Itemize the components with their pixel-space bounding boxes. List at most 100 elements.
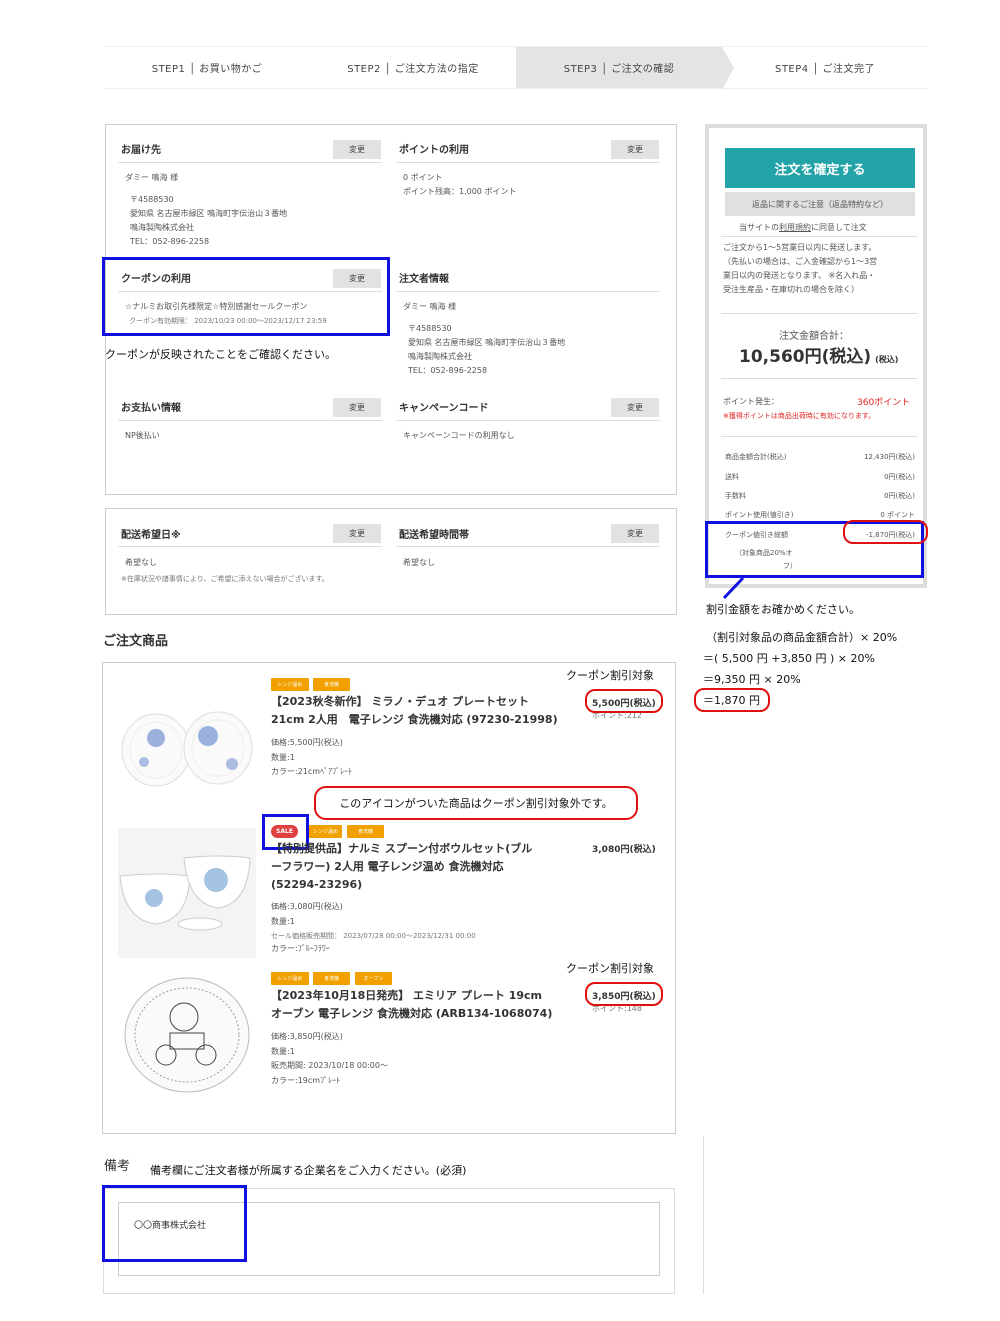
product-meta: 価格:3,850円(税込) — [271, 1032, 343, 1041]
product-image-plates — [121, 711, 253, 787]
step-2: STEP2 │ ご注文方法の指定 — [347, 64, 479, 75]
orderer-company: 鳴海製陶株式会社 — [408, 352, 472, 361]
divider — [118, 420, 382, 421]
product-meta: 価格:3,080円(税込) — [271, 902, 343, 911]
terms-text: 当サイトの利用規約に同意して注文 — [739, 222, 867, 233]
return-policy-button[interactable]: 返品に関するご注意（返品特約など） — [725, 192, 915, 216]
checkout-steps: STEP1 │ お買い物かご STEP2 │ ご注文方法の指定 STEP3 │ … — [104, 46, 928, 90]
step-4: STEP4 │ ご注文完了 — [774, 64, 876, 75]
product-title[interactable]: 【2023秋冬新作】 ミラノ・デュオ プレートセット — [271, 693, 529, 711]
product-title[interactable]: ーフラワー) 2人用 電子レンジ温め 食洗機対応 — [271, 858, 504, 876]
delivery-company: 鳴海製陶株式会社 — [130, 223, 194, 232]
points-balance: ポイント残高：1,000 ポイント — [403, 187, 517, 196]
product-sale-period: セール価格販売期間： 2023/07/28 00:00～2023/12/31 0… — [271, 932, 476, 940]
calc-result-oval — [694, 688, 770, 712]
product-title[interactable]: (52294-23296) — [271, 876, 362, 894]
total-label: 注文金額合計： — [779, 331, 849, 342]
microwave-badge: レンジ温め — [271, 972, 309, 985]
payment-value: NP後払い — [125, 431, 160, 440]
delivery-time-value: 希望なし — [403, 558, 435, 567]
product-title[interactable]: 21cm 2人用 電子レンジ 食洗機対応 (97230-21998) — [271, 711, 558, 729]
coupon-discount-oval — [843, 520, 928, 544]
divider — [396, 162, 660, 163]
product-image-bowls — [118, 828, 256, 958]
product-meta: 数量:1 — [271, 753, 295, 762]
points-used: 0 ポイント — [403, 173, 443, 182]
points-earned-label: ポイント発生： — [723, 397, 779, 406]
calc-line-1: （割引対象品の商品金額合計）× 20% — [706, 631, 898, 644]
delivery-date-title: 配送希望日※ — [121, 530, 181, 541]
product-title[interactable]: 【特別提供品】ナルミ スプーン付ボウルセット(ブル — [271, 840, 532, 858]
summary-row: 送料 0円(税込) — [725, 473, 915, 481]
delivery-name: ダミー 鳴海 様 — [125, 173, 179, 182]
campaign-change-button[interactable]: 変更 — [611, 398, 659, 417]
terms-suffix: に同意して注文 — [811, 223, 867, 232]
divider — [396, 291, 660, 292]
step-1: STEP1 │ お買い物かご — [151, 64, 263, 75]
product-meta: 販売期間: 2023/10/18 00:00～ — [271, 1061, 388, 1070]
product-meta: 価格:5,500円(税込) — [271, 738, 343, 747]
coupon-target-label: クーポン割引対象 — [566, 669, 654, 682]
delivery-date-value: 希望なし — [125, 558, 157, 567]
calc-title: 割引金額をお確かめください。 — [706, 603, 860, 616]
price-oval — [585, 689, 663, 713]
summary-row: ポイント使用(値引き) 0 ポイント — [725, 511, 915, 519]
coupon-note: クーポンが反映されたことをご確認ください。 — [105, 348, 336, 361]
payment-title: お支払い情報 — [121, 403, 181, 414]
coupon-target-label: クーポン割引対象 — [566, 962, 654, 975]
divider — [703, 1136, 704, 1294]
campaign-title: キャンペーンコード — [399, 403, 489, 414]
shipping-note-2: （先払いの場合は、ご入金確認から1～3営 — [723, 257, 878, 266]
product-meta: 数量:1 — [271, 1047, 295, 1056]
product-color: カラー:ﾌﾞﾙｰﾌﾗﾜｰ — [271, 944, 330, 953]
delivery-address: 愛知県 名古屋市緑区 鳴海町字伝治山３番地 — [130, 209, 288, 218]
shipping-note-1: ご注文から1～5営業日以内に発送します。 — [723, 243, 877, 252]
remarks-instruction: 備考欄にご注文者様が所属する企業名をご入力ください。(必須) — [150, 1164, 467, 1177]
pointer-line — [722, 576, 745, 600]
remarks-title: 備考 — [104, 1159, 131, 1174]
product-price: 3,080円(税込) — [592, 845, 656, 855]
delivery-time-change-button[interactable]: 変更 — [611, 524, 659, 543]
divider — [118, 162, 382, 163]
orderer-address: 愛知県 名古屋市緑区 鳴海町字伝治山３番地 — [408, 338, 566, 347]
delivery-change-button[interactable]: 変更 — [333, 140, 381, 159]
microwave-badge: レンジ温め — [309, 825, 342, 838]
shipping-note-3: 業日以内の発送となります。 ※名入れ品・ — [723, 271, 876, 280]
delivery-postal: 〒4588530 — [130, 195, 174, 204]
oven-badge: オーブン — [355, 972, 392, 985]
product-image-plate — [124, 977, 250, 1093]
product-meta: カラー:19cmﾌﾟﾚｰﾄ — [271, 1076, 341, 1085]
orderer-title: 注文者情報 — [399, 274, 449, 285]
order-summary-panel: 注文を確定する 返品に関するご注意（返品特約など） 当サイトの利用規約に同意して… — [705, 124, 927, 588]
divider — [396, 420, 660, 421]
total-value: 10,560円(税込) (税込) — [739, 342, 898, 367]
points-earned-value: 360ポイント — [857, 398, 911, 408]
confirm-order-button[interactable]: 注文を確定する — [725, 148, 915, 188]
products-title: ご注文商品 — [103, 634, 169, 649]
product-meta: カラー:21cmﾍﾟｱﾌﾟﾚｰﾄ — [271, 767, 353, 776]
divider — [721, 313, 917, 314]
points-change-button[interactable]: 変更 — [611, 140, 659, 159]
product-title[interactable]: 【2023年10月18日発売】 エミリア プレート 19cm — [271, 987, 542, 1005]
microwave-badge: レンジ温め — [271, 678, 309, 691]
divider — [721, 236, 917, 237]
terms-link[interactable]: 利用規約 — [779, 223, 811, 232]
product-title[interactable]: オーブン 電子レンジ 食洗機対応 (ARB134-1068074) — [271, 1005, 552, 1023]
divider — [721, 378, 917, 379]
product-meta: 数量:1 — [271, 917, 295, 926]
payment-change-button[interactable]: 変更 — [333, 398, 381, 417]
dishwasher-badge: 食洗機 — [347, 825, 384, 838]
delivery-title: お届け先 — [121, 145, 161, 156]
divider — [721, 436, 917, 437]
summary-row: 手数料 0円(税込) — [725, 492, 915, 500]
delivery-date-change-button[interactable]: 変更 — [333, 524, 381, 543]
orderer-name: ダミー 鳴海 様 — [403, 302, 457, 311]
total-amount: 10,560円(税込) — [739, 347, 872, 367]
divider — [396, 546, 660, 547]
shipping-note-4: 受注生産品・在庫切れの場合を除く） — [723, 285, 859, 294]
divider — [118, 546, 382, 547]
calc-line-3: ＝9,350 円 × 20% — [703, 673, 801, 686]
terms-prefix: 当サイトの — [739, 223, 779, 232]
delivery-date-note: ※在庫状況や諸事情により、ご希望に添えない場合がございます。 — [121, 575, 329, 583]
summary-row: 商品金額合計(税込) 12,430円(税込) — [725, 453, 915, 461]
